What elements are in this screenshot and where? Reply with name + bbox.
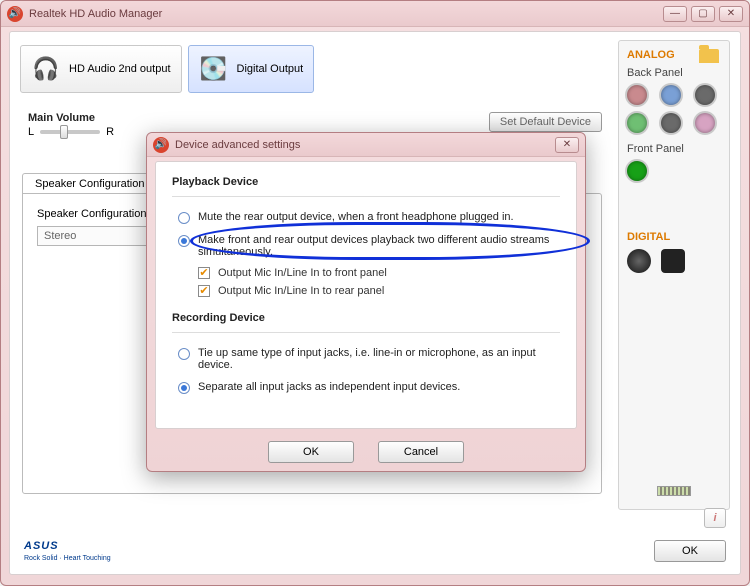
close-button[interactable]: ✕ xyxy=(719,6,743,22)
dialog-body: Playback Device Mute the rear output dev… xyxy=(155,161,577,429)
headphones-icon: 🎧 xyxy=(31,54,61,84)
tab-label: HD Audio 2nd output xyxy=(69,63,171,75)
radio-label: Mute the rear output device, when a fron… xyxy=(198,211,514,223)
front-panel-label: Front Panel xyxy=(627,143,721,155)
radio-label: Make front and rear output devices playb… xyxy=(198,234,560,258)
tab-digital-output[interactable]: 💽 Digital Output xyxy=(188,45,315,93)
speaker-icon: 🔊 xyxy=(153,137,169,153)
main-titlebar[interactable]: 🔊 Realtek HD Audio Manager — ▢ ✕ xyxy=(1,1,749,27)
minimize-button[interactable]: — xyxy=(663,6,687,22)
speaker-icon: 🔊 xyxy=(7,6,23,22)
radio-separate-jacks[interactable]: Separate all input jacks as independent … xyxy=(172,377,560,400)
back-panel-label: Back Panel xyxy=(627,67,721,79)
dialog-ok-button[interactable]: OK xyxy=(268,441,354,463)
radio-tie-jacks[interactable]: Tie up same type of input jacks, i.e. li… xyxy=(172,343,560,377)
checkbox-icon: ✔ xyxy=(198,267,210,279)
checkbox-mic-to-front[interactable]: ✔ Output Mic In/Line In to front panel xyxy=(172,264,560,282)
device-tabs: 🎧 HD Audio 2nd output 💽 Digital Output xyxy=(20,40,620,98)
device-advanced-settings-dialog: 🔊 Device advanced settings ✕ Playback De… xyxy=(146,132,586,472)
playback-device-heading: Playback Device xyxy=(172,176,560,188)
radio-icon xyxy=(178,235,190,247)
radio-icon xyxy=(178,382,190,394)
digital-jack-round[interactable] xyxy=(627,249,651,273)
balance-slider[interactable] xyxy=(40,130,100,134)
dialog-cancel-button[interactable]: Cancel xyxy=(378,441,464,463)
digital-jack-optical[interactable] xyxy=(661,249,685,273)
checkbox-label: Output Mic In/Line In to front panel xyxy=(218,267,387,279)
device-icon: 💽 xyxy=(199,54,229,84)
tab-speaker-configuration[interactable]: Speaker Configuration xyxy=(22,173,157,195)
jack-back-2[interactable] xyxy=(661,85,681,105)
set-default-device-button[interactable]: Set Default Device xyxy=(489,112,602,132)
folder-icon[interactable] xyxy=(699,49,719,63)
dialog-title: Device advanced settings xyxy=(175,139,300,151)
dialog-close-button[interactable]: ✕ xyxy=(555,137,579,153)
checkbox-mic-to-rear[interactable]: ✔ Output Mic In/Line In to rear panel xyxy=(172,282,560,300)
radio-two-streams[interactable]: Make front and rear output devices playb… xyxy=(172,230,560,264)
recording-device-heading: Recording Device xyxy=(172,312,560,324)
dialog-titlebar[interactable]: 🔊 Device advanced settings ✕ xyxy=(147,133,585,157)
balance-right-label: R xyxy=(106,126,114,138)
checkbox-label: Output Mic In/Line In to rear panel xyxy=(218,285,384,297)
connector-panel: ANALOG Back Panel Front Panel DIGITAL xyxy=(618,40,730,510)
asus-logo: ASUS Rock Solid · Heart Touching xyxy=(24,529,111,562)
jack-back-6[interactable] xyxy=(695,113,715,133)
jack-back-3[interactable] xyxy=(695,85,715,105)
tab-label: Digital Output xyxy=(237,63,304,75)
radio-icon xyxy=(178,348,190,360)
digital-heading: DIGITAL xyxy=(627,231,721,243)
window-title: Realtek HD Audio Manager xyxy=(29,8,162,20)
jack-back-1[interactable] xyxy=(627,85,647,105)
dialog-footer: OK Cancel xyxy=(147,441,585,463)
checkbox-icon: ✔ xyxy=(198,285,210,297)
radio-mute-rear[interactable]: Mute the rear output device, when a fron… xyxy=(172,207,560,230)
maximize-button[interactable]: ▢ xyxy=(691,6,715,22)
radio-label: Tie up same type of input jacks, i.e. li… xyxy=(198,347,560,371)
jack-front-1[interactable] xyxy=(627,161,647,181)
connector-strip-icon xyxy=(657,486,691,496)
select-value: Stereo xyxy=(44,230,76,242)
radio-icon xyxy=(178,212,190,224)
ok-button[interactable]: OK xyxy=(654,540,726,562)
back-panel-jacks xyxy=(627,85,721,133)
radio-label: Separate all input jacks as independent … xyxy=(198,381,460,393)
jack-back-4[interactable] xyxy=(627,113,647,133)
balance-left-label: L xyxy=(28,126,34,138)
info-button[interactable]: i xyxy=(704,508,726,528)
tab-hd-audio-2nd[interactable]: 🎧 HD Audio 2nd output xyxy=(20,45,182,93)
jack-back-5[interactable] xyxy=(661,113,681,133)
